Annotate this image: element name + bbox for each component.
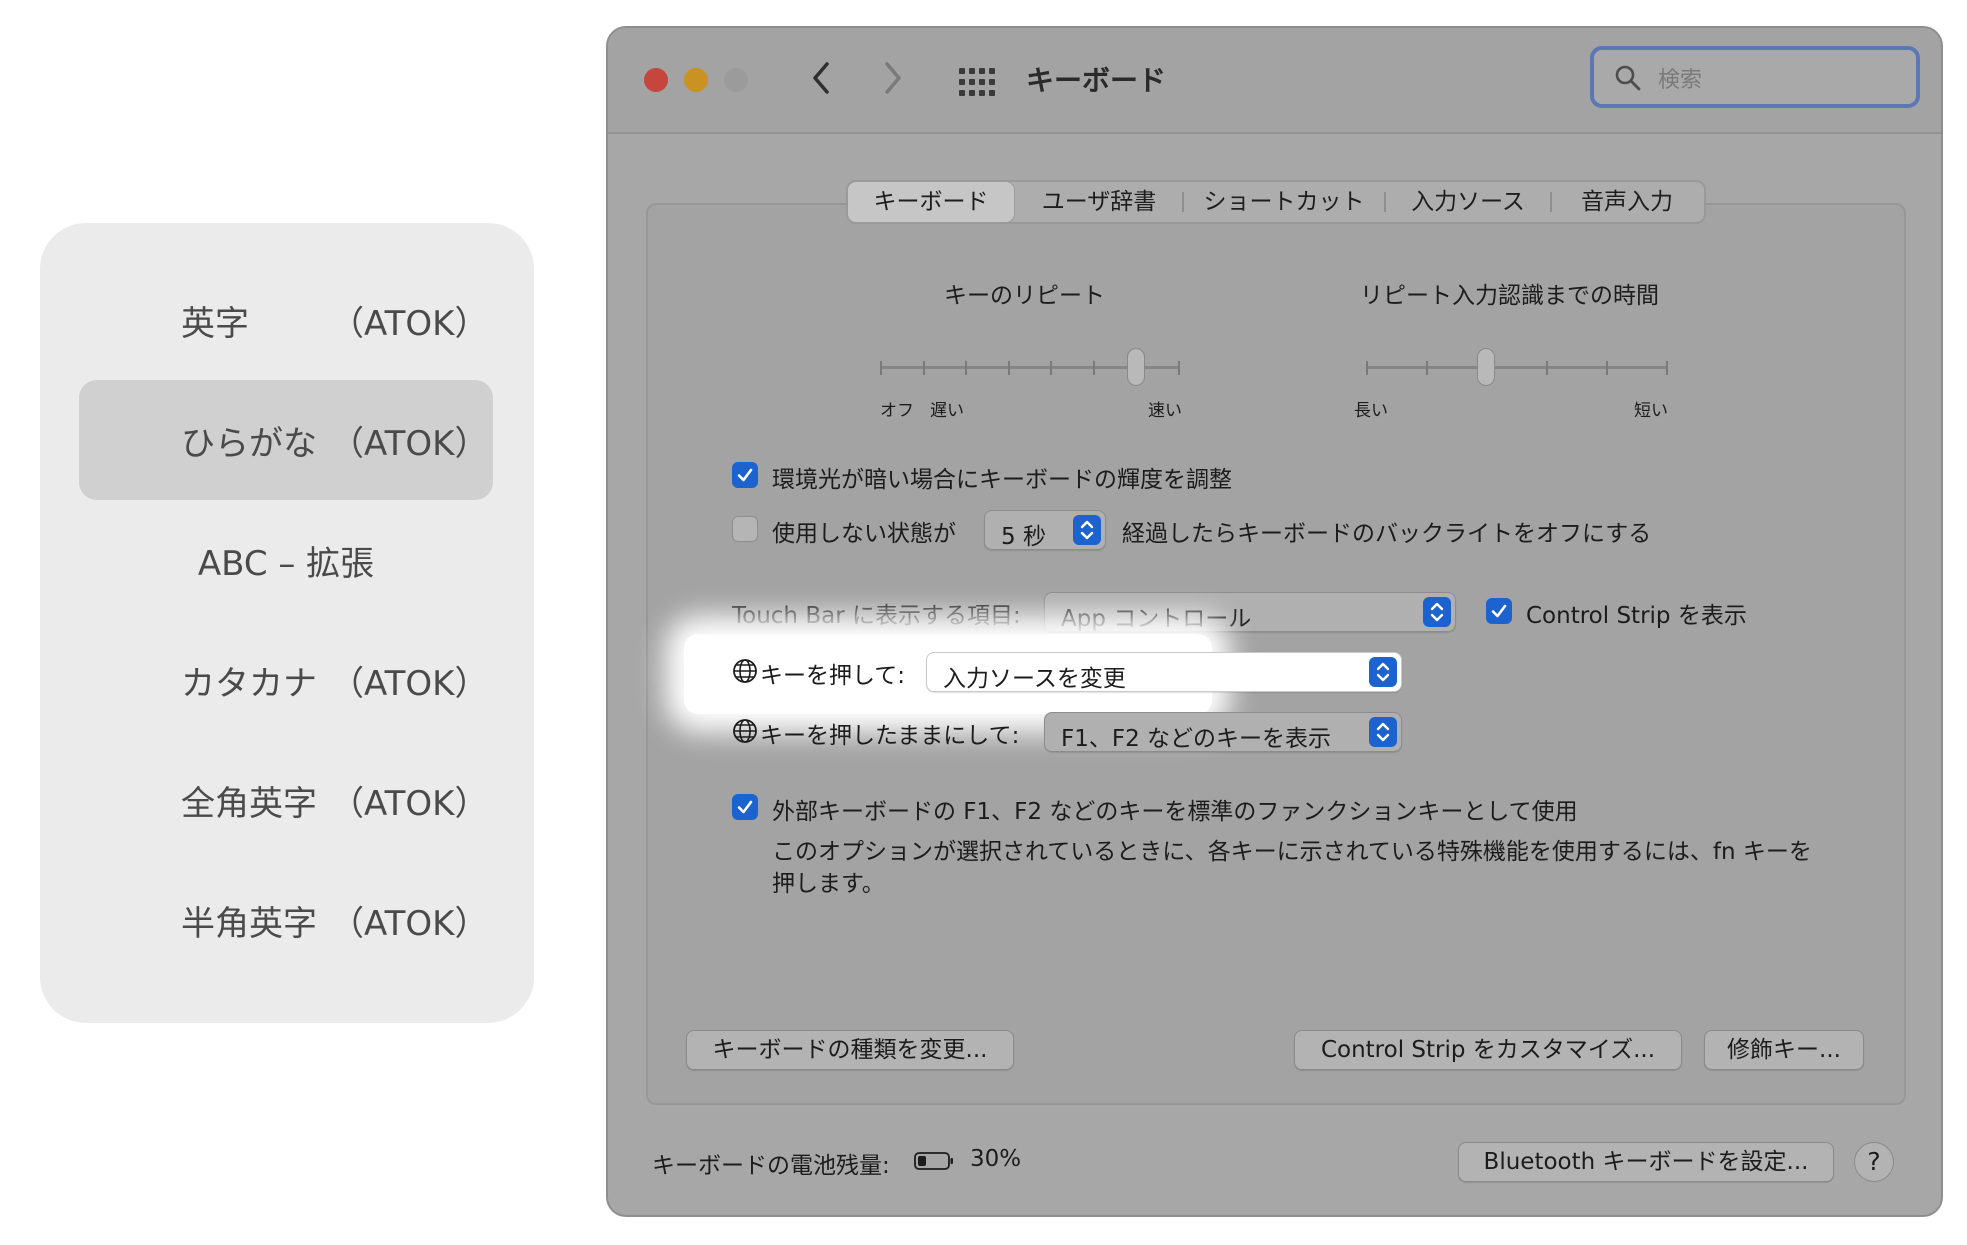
ime-item-label: カタカナ	[181, 663, 317, 704]
repeat-delay-short-label: 短い	[1634, 401, 1668, 421]
slider-tick	[880, 361, 882, 375]
slider-tick	[1606, 361, 1608, 375]
ime-item-label: 全角英字	[181, 783, 317, 824]
slider-tick	[965, 361, 967, 375]
forward-chevron-icon[interactable]	[880, 58, 906, 98]
repeat-delay-long-label: 長い	[1354, 401, 1388, 421]
brightness-checkbox[interactable]	[732, 462, 758, 488]
slider-knob[interactable]	[1127, 348, 1145, 386]
popup-arrows-icon	[1369, 657, 1397, 687]
globe-press-popup[interactable]: 入力ソースを変更	[926, 652, 1402, 692]
modifier-keys-button[interactable]: 修飾キー...	[1704, 1030, 1864, 1070]
ime-item-suffix: （ATOK）	[330, 303, 489, 344]
change-keyboard-type-button[interactable]: キーボードの種類を変更...	[686, 1030, 1014, 1070]
title-bar: キーボード 検索	[608, 28, 1941, 134]
slider-tick	[1666, 361, 1668, 375]
ime-item-suffix: （ATOK）	[330, 663, 489, 704]
slider-tick	[1366, 361, 1368, 375]
globe-hold-value: F1、F2 などのキーを表示	[1061, 726, 1332, 752]
ime-item-label: ひらがな	[181, 423, 317, 464]
globe-hold-label: キーを押したままにして:	[760, 723, 1020, 749]
keyboard-preferences-window: キーボード 検索 キーボード ユーザ辞書 ショートカット 入力ソース 音声入力 …	[606, 26, 1943, 1217]
battery-icon	[914, 1152, 954, 1170]
popup-arrows-icon	[1423, 597, 1451, 627]
ime-item-abc-extended[interactable]: ABC – 拡張	[79, 500, 493, 620]
backlight-off-label-after: 経過したらキーボードのバックライトをオフにする	[1122, 521, 1652, 547]
ime-item-hankaku-eiji[interactable]: 半角英字 （ATOK）	[79, 860, 493, 980]
fn-keys-description-line1: このオプションが選択されているときに、各キーに示されている特殊機能を使用するには…	[772, 839, 1812, 865]
minimize-window-button[interactable]	[684, 68, 708, 92]
key-repeat-fast-label: 速い	[1148, 401, 1182, 421]
key-repeat-off-label: オフ	[880, 401, 914, 421]
checkmark-icon	[1491, 604, 1507, 618]
fn-keys-checkbox[interactable]	[732, 794, 758, 820]
globe-press-label: キーを押して:	[760, 663, 906, 689]
setup-bluetooth-keyboard-button[interactable]: Bluetooth キーボードを設定...	[1458, 1142, 1834, 1182]
slider-tick	[1546, 361, 1548, 375]
battery-percent: 30%	[970, 1146, 1022, 1172]
control-strip-label: Control Strip を表示	[1526, 603, 1747, 629]
key-repeat-title: キーのリピート	[944, 283, 1105, 309]
search-placeholder: 検索	[1658, 68, 1703, 93]
key-repeat-slider[interactable]	[880, 348, 1180, 388]
repeat-delay-slider[interactable]	[1366, 348, 1668, 388]
close-window-button[interactable]	[644, 68, 668, 92]
slider-tick	[1050, 361, 1052, 375]
tab-keyboard[interactable]: キーボード	[848, 182, 1014, 222]
back-chevron-icon[interactable]	[808, 58, 834, 98]
search-field[interactable]: 検索	[1590, 46, 1920, 108]
popup-arrows-icon	[1369, 717, 1397, 747]
slider-tick	[1178, 361, 1180, 375]
brightness-label: 環境光が暗い場合にキーボードの輝度を調整	[772, 467, 1232, 493]
backlight-off-checkbox[interactable]	[732, 516, 758, 542]
ime-item-label: ABC – 拡張	[197, 543, 375, 584]
fn-keys-label: 外部キーボードの F1、F2 などのキーを標準のファンクションキーとして使用	[772, 799, 1578, 825]
repeat-delay-title: リピート入力認識までの時間	[1360, 283, 1659, 309]
backlight-timeout-popup[interactable]: 5 秒	[984, 510, 1106, 550]
checkmark-icon	[737, 468, 753, 482]
show-all-grid-icon[interactable]	[959, 68, 997, 96]
ime-item-hiragana[interactable]: ひらがな （ATOK）	[79, 380, 493, 500]
fn-keys-description-line2: 押します。	[772, 871, 885, 897]
globe-hold-popup[interactable]: F1、F2 などのキーを表示	[1044, 712, 1402, 752]
tab-dictation[interactable]: 音声入力	[1552, 182, 1702, 222]
ime-item-eiji[interactable]: 英字 （ATOK）	[79, 260, 493, 380]
checkmark-icon	[737, 800, 753, 814]
ime-item-suffix: （ATOK）	[330, 783, 489, 824]
search-icon	[1614, 64, 1642, 92]
tab-bar: キーボード ユーザ辞書 ショートカット 入力ソース 音声入力	[846, 180, 1706, 224]
ime-item-label: 英字	[181, 303, 249, 344]
input-source-popup: 英字 （ATOK） ひらがな （ATOK） ABC – 拡張 カタカナ （ATO…	[40, 223, 534, 1023]
help-button[interactable]: ?	[1854, 1142, 1894, 1182]
globe-icon	[732, 658, 758, 684]
key-repeat-slow-label: 遅い	[930, 401, 964, 421]
ime-item-katakana[interactable]: カタカナ （ATOK）	[79, 620, 493, 740]
window-title: キーボード	[1026, 64, 1167, 97]
slider-track	[1366, 366, 1668, 369]
customize-control-strip-button[interactable]: Control Strip をカスタマイズ...	[1294, 1030, 1682, 1070]
slider-tick	[1426, 361, 1428, 375]
globe-icon	[732, 718, 758, 744]
backlight-timeout-value: 5 秒	[1001, 524, 1046, 550]
tab-input-sources[interactable]: 入力ソース	[1386, 182, 1550, 222]
ime-item-label: 半角英字	[181, 903, 317, 944]
slider-tick	[1093, 361, 1095, 375]
popup-arrows-icon	[1073, 515, 1101, 545]
touchbar-value: App コントロール	[1061, 606, 1252, 632]
touchbar-label: Touch Bar に表示する項目:	[732, 603, 1021, 629]
ime-item-zenkaku-eiji[interactable]: 全角英字 （ATOK）	[79, 740, 493, 860]
slider-tick	[923, 361, 925, 375]
slider-knob[interactable]	[1477, 348, 1495, 386]
slider-tick	[1008, 361, 1010, 375]
control-strip-checkbox[interactable]	[1486, 598, 1512, 624]
ime-item-suffix: （ATOK）	[330, 423, 489, 464]
touchbar-popup[interactable]: App コントロール	[1044, 592, 1456, 632]
globe-press-value: 入力ソースを変更	[943, 666, 1126, 692]
tab-user-dictionary[interactable]: ユーザ辞書	[1016, 182, 1182, 222]
battery-label: キーボードの電池残量:	[652, 1153, 890, 1179]
tab-shortcuts[interactable]: ショートカット	[1184, 182, 1384, 222]
ime-item-suffix: （ATOK）	[330, 903, 489, 944]
zoom-window-button[interactable]	[724, 68, 748, 92]
backlight-off-label-before: 使用しない状態が	[772, 521, 956, 547]
